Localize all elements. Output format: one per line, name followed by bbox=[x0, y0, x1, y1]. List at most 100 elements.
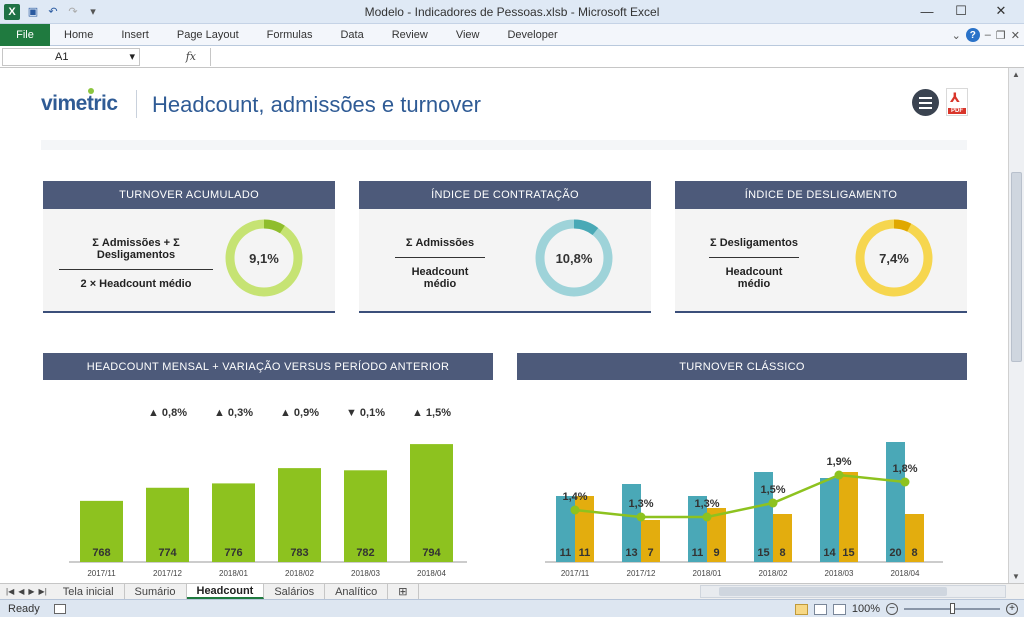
prev-sheet-icon[interactable]: ◀ bbox=[18, 587, 24, 596]
undo-icon[interactable]: ↶ bbox=[46, 5, 60, 19]
bar-value-label: 15 bbox=[842, 547, 854, 559]
page-layout-view-icon[interactable] bbox=[813, 603, 827, 615]
admissoes-bar bbox=[886, 442, 905, 562]
tab-view[interactable]: View bbox=[442, 24, 494, 46]
hamburger-menu-icon[interactable] bbox=[912, 89, 939, 116]
zoom-slider-knob[interactable] bbox=[950, 603, 955, 614]
category-label: 2018/01 bbox=[219, 569, 248, 578]
maximize-button[interactable]: ☐ bbox=[944, 0, 978, 22]
horizontal-scroll-thumb[interactable] bbox=[719, 587, 947, 596]
chart-title: HEADCOUNT MENSAL + VARIAÇÃO VERSUS PERÍO… bbox=[43, 353, 493, 380]
category-label: 2018/02 bbox=[285, 569, 314, 578]
tab-data[interactable]: Data bbox=[326, 24, 377, 46]
tab-insert[interactable]: Insert bbox=[107, 24, 163, 46]
category-label: 2017/11 bbox=[561, 569, 590, 578]
tab-developer[interactable]: Developer bbox=[493, 24, 571, 46]
tab-review[interactable]: Review bbox=[378, 24, 442, 46]
tab-file[interactable]: File bbox=[0, 23, 50, 46]
redo-icon[interactable]: ↷ bbox=[66, 5, 80, 19]
turnover-point bbox=[702, 512, 712, 522]
customize-qat-icon[interactable]: ▾ bbox=[86, 5, 100, 19]
normal-view-icon[interactable] bbox=[794, 603, 808, 615]
insert-function-icon[interactable]: fx bbox=[186, 50, 196, 63]
bar-value-label: 11 bbox=[692, 547, 704, 559]
tab-home[interactable]: Home bbox=[50, 24, 107, 46]
macro-record-icon[interactable] bbox=[53, 603, 66, 614]
next-sheet-icon[interactable]: ▶ bbox=[28, 587, 34, 596]
name-box-dropdown-icon[interactable]: ▾ bbox=[129, 50, 135, 63]
category-label: 2018/03 bbox=[351, 569, 380, 578]
minimize-button[interactable]: — bbox=[910, 0, 944, 22]
tab-formulas[interactable]: Formulas bbox=[253, 24, 327, 46]
bar-value-label: 768 bbox=[92, 547, 110, 559]
worksheet-area[interactable]: vimetric Headcount, admissões e turnover… bbox=[0, 68, 1008, 583]
zoom-slider[interactable] bbox=[904, 603, 1000, 614]
kpi-title: ÍNDICE DE DESLIGAMENTO bbox=[675, 181, 967, 209]
formula-bar: A1 ▾ fx bbox=[0, 46, 1024, 68]
sheet-tab-tela-inicial[interactable]: Tela inicial bbox=[53, 584, 125, 599]
zoom-level[interactable]: 100% bbox=[852, 603, 880, 615]
formula-bar-handle[interactable]: fx bbox=[140, 48, 210, 66]
workbook-close-icon[interactable]: ✕ bbox=[1011, 29, 1020, 42]
page-break-view-icon[interactable] bbox=[832, 603, 846, 615]
header-band bbox=[41, 140, 967, 150]
category-label: 2018/04 bbox=[891, 569, 920, 578]
category-label: 2018/01 bbox=[693, 569, 722, 578]
vimetric-logo: vimetric bbox=[41, 92, 118, 115]
workbook-minimize-icon[interactable]: – bbox=[985, 29, 991, 41]
sheet-tab-sumario[interactable]: Sumário bbox=[125, 584, 187, 599]
excel-app-icon[interactable]: X bbox=[4, 3, 20, 20]
sheet-tab-salarios[interactable]: Salários bbox=[264, 584, 326, 599]
turnover-point-label: 1,4% bbox=[562, 491, 587, 503]
turnover-point-label: 1,8% bbox=[892, 463, 917, 475]
turnover-point bbox=[636, 512, 646, 522]
scroll-up-icon[interactable]: ▲ bbox=[1012, 70, 1020, 79]
last-sheet-icon[interactable]: ▶| bbox=[39, 587, 47, 596]
status-ready: Ready bbox=[8, 602, 40, 615]
scroll-down-icon[interactable]: ▼ bbox=[1012, 572, 1020, 581]
help-icon[interactable]: ? bbox=[965, 28, 980, 42]
turnover-point-label: 1,3% bbox=[628, 498, 653, 510]
save-icon[interactable]: ▣ bbox=[26, 5, 40, 19]
category-label: 2018/04 bbox=[417, 569, 446, 578]
bar-value-label: 11 bbox=[560, 547, 572, 559]
quick-access-toolbar: X ▣ ↶ ↷ ▾ bbox=[0, 0, 100, 24]
kpi-card-indice-desligamento: ÍNDICE DE DESLIGAMENTO Σ Desligamentos H… bbox=[675, 181, 967, 313]
kpi-numerator: Σ Desligamentos bbox=[709, 237, 799, 258]
horizontal-scrollbar[interactable] bbox=[700, 585, 1006, 598]
formula-input[interactable] bbox=[210, 47, 1024, 66]
zoom-out-icon[interactable]: − bbox=[886, 603, 898, 615]
status-bar: Ready 100% − + bbox=[0, 599, 1024, 617]
turnover-point bbox=[768, 498, 778, 508]
turnover-point bbox=[570, 505, 580, 515]
tab-page-layout[interactable]: Page Layout bbox=[163, 24, 253, 46]
pdf-export-icon[interactable]: ⅄ PDF bbox=[946, 88, 968, 116]
workbook-restore-icon[interactable]: ❐ bbox=[996, 29, 1006, 42]
ribbon-tabs: File Home Insert Page Layout Formulas Da… bbox=[0, 23, 1024, 46]
bar-value-label: 8 bbox=[779, 547, 785, 559]
name-box[interactable]: A1 ▾ bbox=[2, 47, 140, 66]
bar-value-label: 794 bbox=[422, 547, 441, 559]
category-label: 2017/12 bbox=[153, 569, 182, 578]
kpi-numerator: Σ Admissões + Σ Desligamentos bbox=[59, 237, 213, 270]
header-divider bbox=[136, 90, 137, 118]
bar-value-label: 8 bbox=[911, 547, 917, 559]
category-label: 2018/03 bbox=[825, 569, 854, 578]
sheet-tab-analitico[interactable]: Analítico bbox=[325, 584, 389, 599]
kpi-formula: Σ Desligamentos Headcount médio bbox=[709, 237, 799, 290]
vertical-scrollbar[interactable]: ▲ ▼ bbox=[1008, 68, 1024, 583]
vertical-scroll-thumb[interactable] bbox=[1011, 172, 1022, 362]
close-button[interactable]: ✕ bbox=[978, 0, 1024, 22]
sheet-tabs-bar: |◀ ◀ ▶ ▶| Tela inicial Sumário Headcount… bbox=[0, 583, 1024, 599]
kpi-value: 9,1% bbox=[249, 250, 279, 266]
kpi-denominator: 2 × Headcount médio bbox=[80, 278, 192, 290]
first-sheet-icon[interactable]: |◀ bbox=[6, 587, 14, 596]
variation-label: ▼ 0,1% bbox=[346, 407, 385, 419]
bar-value-label: 7 bbox=[647, 547, 653, 559]
sheet-tab-headcount[interactable]: Headcount bbox=[186, 584, 265, 599]
ribbon-collapse-icon[interactable]: ⌄ bbox=[952, 29, 961, 42]
variation-label: ▲ 1,5% bbox=[412, 407, 451, 419]
kpi-title: TURNOVER ACUMULADO bbox=[43, 181, 335, 209]
zoom-in-icon[interactable]: + bbox=[1006, 603, 1018, 615]
insert-sheet-icon[interactable]: ⊞ bbox=[388, 584, 419, 599]
